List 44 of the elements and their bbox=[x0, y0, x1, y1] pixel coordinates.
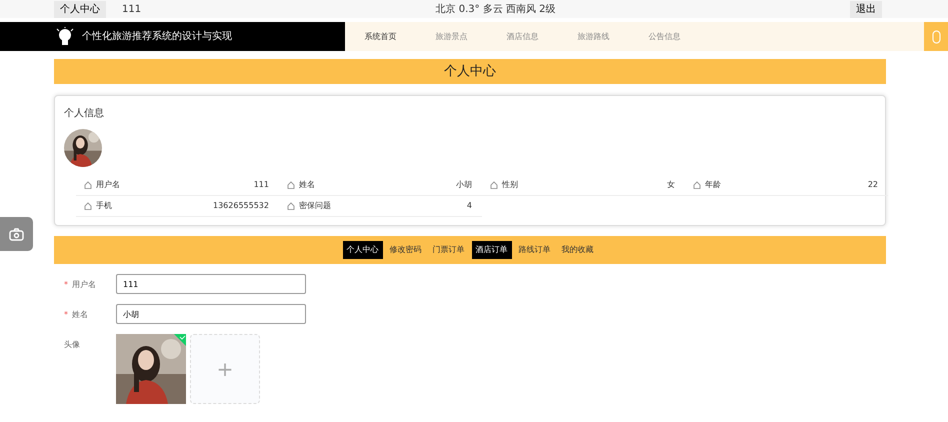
field-label: 手机 bbox=[96, 200, 112, 212]
check-icon bbox=[174, 334, 186, 346]
screenshot-button[interactable] bbox=[0, 217, 33, 251]
field-value: 女 bbox=[667, 179, 675, 191]
camera-icon bbox=[9, 228, 24, 240]
required-mark: * bbox=[64, 310, 68, 319]
field-label: 年龄 bbox=[705, 179, 721, 191]
input-field[interactable]: 111 bbox=[116, 274, 306, 294]
field-value: 22 bbox=[868, 179, 878, 191]
section-heading: 个人信息 bbox=[64, 106, 105, 121]
form-label: 姓名 bbox=[72, 310, 88, 319]
nav-link[interactable]: 系统首页 bbox=[345, 30, 416, 42]
form-label: 用户名 bbox=[72, 280, 96, 289]
field-value: 111 bbox=[254, 179, 269, 191]
tab[interactable]: 个人中心 bbox=[342, 241, 382, 259]
tab[interactable]: 门票订单 bbox=[428, 241, 468, 259]
logout-button[interactable]: 退出 bbox=[850, 0, 882, 18]
home-icon bbox=[287, 202, 295, 210]
required-mark: * bbox=[64, 280, 68, 289]
username-text: 111 bbox=[122, 2, 142, 16]
field-value: 小胡 bbox=[456, 179, 472, 191]
user-center-button[interactable]: 个人中心 bbox=[54, 0, 106, 18]
tab[interactable]: 修改密码 bbox=[386, 241, 426, 259]
field-value: 13626555532 bbox=[213, 200, 269, 212]
field-label: 性别 bbox=[502, 179, 518, 191]
home-icon bbox=[693, 181, 701, 189]
weather-text: 北京 0.3° 多云 西南风 2级 bbox=[436, 2, 556, 16]
tab[interactable]: 我的收藏 bbox=[558, 241, 598, 259]
site-title: 个性化旅游推荐系统的设计与实现 bbox=[82, 30, 232, 44]
page-title: 个人中心 bbox=[54, 59, 886, 84]
home-icon bbox=[84, 202, 92, 210]
field-value: 4 bbox=[466, 200, 472, 212]
mouse-icon bbox=[932, 30, 940, 44]
lightbulb-icon bbox=[56, 26, 74, 46]
input-field[interactable]: 小胡 bbox=[116, 304, 306, 324]
field-label: 姓名 bbox=[299, 179, 315, 191]
field-label: 用户名 bbox=[96, 179, 120, 191]
home-icon bbox=[84, 181, 92, 189]
home-icon bbox=[287, 181, 295, 189]
form-label: 头像 bbox=[64, 340, 80, 349]
tab[interactable]: 酒店订单 bbox=[472, 241, 512, 259]
tab[interactable]: 路线订单 bbox=[514, 241, 554, 259]
home-icon bbox=[490, 181, 498, 189]
field-label: 密保问题 bbox=[299, 200, 331, 212]
